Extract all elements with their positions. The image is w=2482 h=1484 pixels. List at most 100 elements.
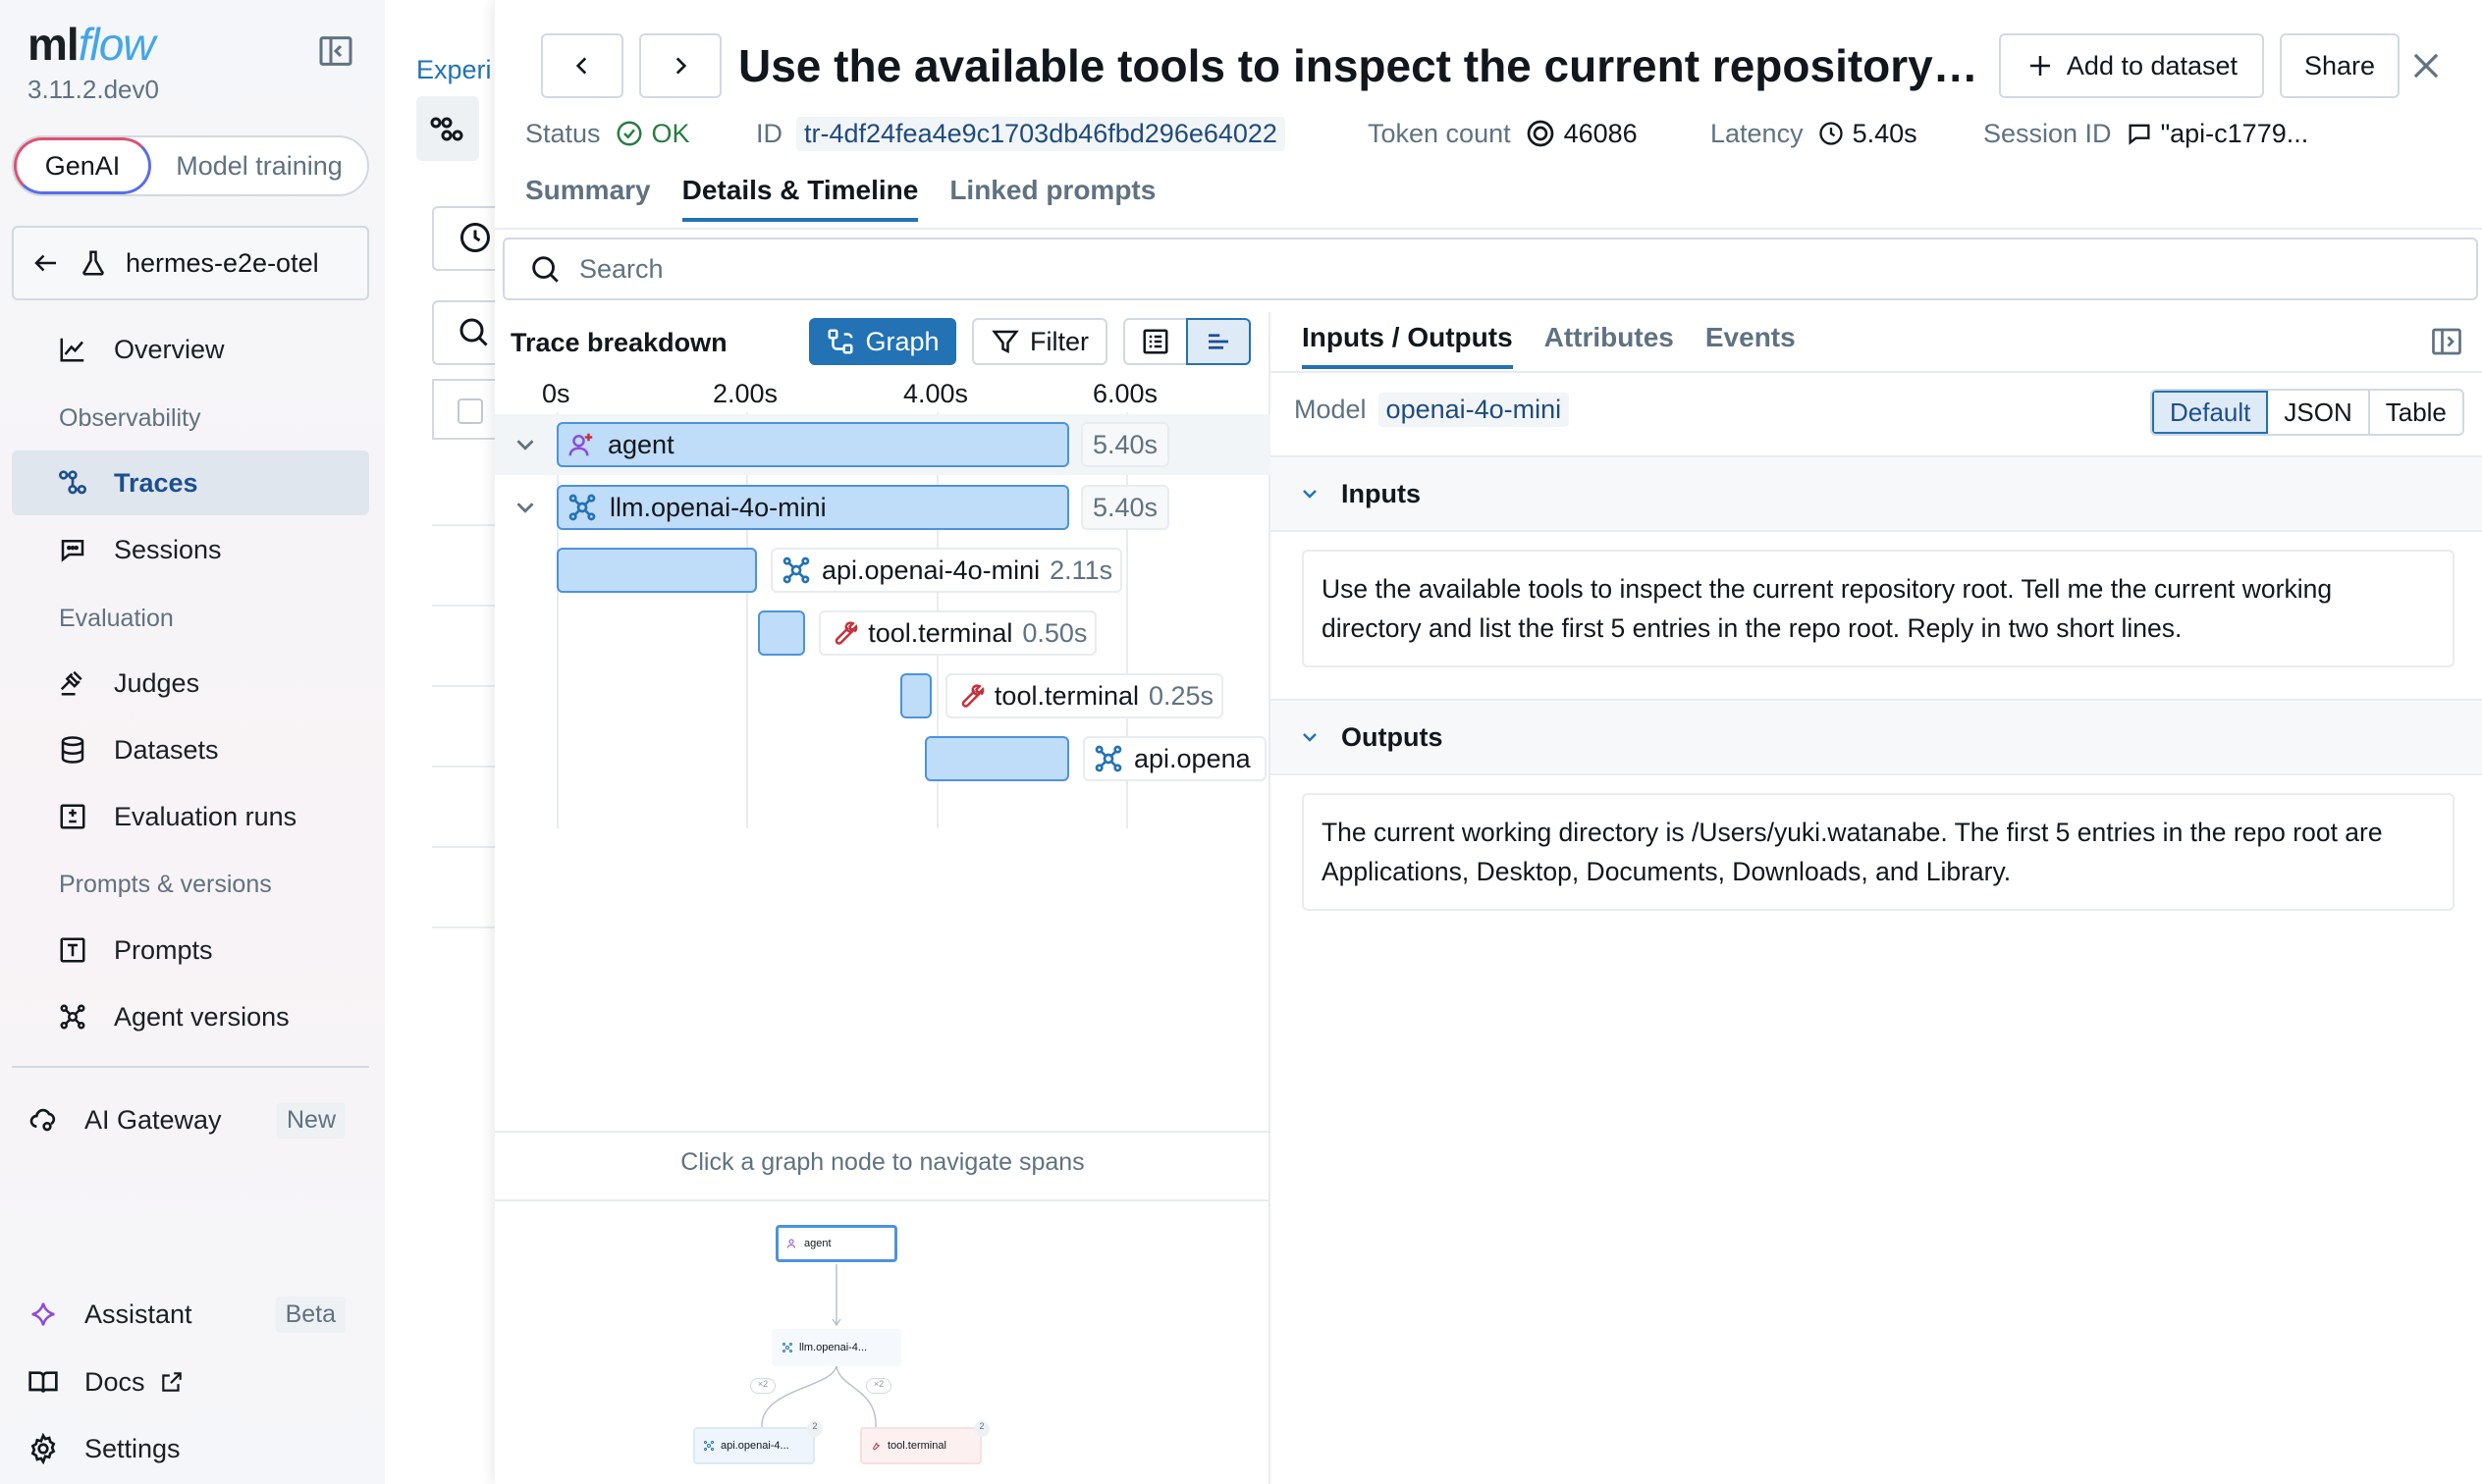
span-duration: 2.11s [1050, 555, 1113, 585]
experiment-name: hermes-e2e-otel [126, 247, 319, 278]
mode-genai-button[interactable]: GenAI [14, 137, 151, 194]
sidebar-item-judges[interactable]: Judges [12, 651, 369, 716]
graph-hint: Click a graph node to navigate spans [680, 1148, 1085, 1176]
mini-node-label: api.openai-4... [721, 1440, 789, 1452]
view-table-button[interactable]: Table [2370, 391, 2462, 434]
cloud-gateway-icon [27, 1104, 59, 1136]
span-label[interactable]: api.opena [1083, 736, 1267, 781]
add-to-dataset-button[interactable]: Add to dataset [1999, 33, 2264, 98]
tab-details-timeline[interactable]: Details & Timeline [681, 175, 919, 222]
check-circle-icon [617, 121, 642, 146]
span-bar[interactable] [925, 736, 1069, 781]
tab-inputs-outputs[interactable]: Inputs / Outputs [1302, 322, 1513, 369]
mini-node-label: agent [804, 1238, 832, 1249]
wrench-icon [829, 618, 858, 648]
tab-summary[interactable]: Summary [525, 175, 651, 222]
span-bar[interactable] [757, 610, 806, 656]
chat-bubble-icon [2129, 124, 2150, 145]
inputs-section-header[interactable]: Inputs [1270, 455, 2482, 532]
background-checkbox[interactable] [458, 398, 483, 424]
background-breadcrumb[interactable]: Experi [416, 55, 492, 85]
span-bar[interactable]: llm.openai-4o-mini [557, 485, 1069, 530]
prev-trace-button[interactable] [541, 33, 623, 98]
chevron-down-icon[interactable] [511, 430, 540, 459]
share-label: Share [2303, 50, 2376, 80]
filter-button[interactable]: Filter [972, 318, 1107, 365]
llm-network-icon [781, 555, 812, 586]
sidebar-collapse-icon[interactable] [316, 31, 355, 71]
add-to-dataset-label: Add to dataset [2066, 50, 2239, 80]
sidebar-item-datasets[interactable]: Datasets [12, 717, 369, 782]
span-bar[interactable] [557, 548, 757, 593]
mini-node-tool[interactable]: tool.terminal [860, 1427, 982, 1464]
background-traces-icon[interactable] [416, 96, 479, 161]
sparkle-icon [27, 1298, 59, 1330]
span-name: api.opena [1134, 743, 1251, 773]
mlflow-logo[interactable]: mlflow [27, 18, 155, 71]
sidebar-item-label: Agent versions [114, 1001, 290, 1032]
plus-minus-icon [57, 801, 88, 832]
sidebar-item-docs[interactable]: Docs [12, 1350, 369, 1414]
external-link-icon [161, 1372, 182, 1392]
view-default-button[interactable]: Default [2152, 391, 2269, 434]
status-ok-text: OK [651, 118, 690, 148]
tab-linked-prompts[interactable]: Linked prompts [949, 175, 1156, 222]
view-json-button[interactable]: JSON [2268, 391, 2370, 434]
share-button[interactable]: Share [2280, 33, 2400, 98]
latency-label: Latency [1710, 118, 1804, 148]
sidebar-item-prompts[interactable]: Prompts [12, 918, 369, 982]
mini-node-agent[interactable]: agent [776, 1225, 897, 1262]
sidebar-item-settings[interactable]: Settings [12, 1416, 369, 1481]
session-value[interactable]: "api-c1779... [2126, 119, 2308, 149]
section-prompts: Prompts & versions [59, 871, 272, 898]
span-search-box [503, 238, 2478, 300]
sidebar-item-label: AI Gateway [84, 1104, 222, 1135]
experiment-back-button[interactable]: hermes-e2e-otel [12, 226, 369, 300]
tab-events[interactable]: Events [1705, 322, 1796, 369]
sidebar-item-overview[interactable]: Overview [12, 317, 369, 382]
sidebar-item-assistant[interactable]: Assistant Beta [12, 1282, 369, 1347]
token-count-text: 46086 [1563, 118, 1638, 148]
span-label[interactable]: tool.terminal 0.25s [944, 673, 1224, 718]
status-meta: Status OK [525, 114, 690, 153]
token-meta: Token count 46086 [1368, 114, 1638, 153]
database-icon [57, 734, 88, 766]
gear-icon [27, 1433, 59, 1464]
span-bar[interactable] [899, 673, 932, 718]
sidebar-item-agent-versions[interactable]: Agent versions [12, 984, 369, 1049]
status-value: OK [615, 119, 690, 149]
sidebar-item-sessions[interactable]: Sessions [12, 517, 369, 582]
id-meta: ID tr-4df24fea4e9c1703db46fbd296e64022 [756, 114, 1285, 153]
mini-node-api[interactable]: api.openai-4... [693, 1427, 815, 1464]
sidebar-item-label: Traces [114, 467, 198, 498]
chevron-right-icon [675, 57, 687, 75]
span-name: llm.openai-4o-mini [610, 492, 827, 522]
mode-training-button[interactable]: Model training [151, 137, 367, 194]
wrench-icon [955, 681, 985, 711]
arrow-left-icon [31, 248, 61, 278]
panel-collapse-icon[interactable] [2429, 324, 2464, 359]
sidebar-item-evaluation-runs[interactable]: Evaluation runs [12, 784, 369, 849]
latency-value: 5.40s [1817, 119, 1917, 149]
mini-node-llm[interactable]: llm.openai-4... [772, 1329, 901, 1366]
span-bar[interactable]: agent [557, 422, 1069, 467]
list-view-button[interactable] [1123, 318, 1188, 365]
id-label: ID [756, 118, 782, 148]
next-trace-button[interactable] [639, 33, 722, 98]
close-icon[interactable] [2407, 47, 2445, 84]
sidebar-divider [12, 1066, 369, 1068]
sidebar-item-traces[interactable]: Traces [12, 450, 369, 515]
search-input[interactable] [579, 253, 2347, 285]
span-label[interactable]: tool.terminal 0.50s [819, 610, 1098, 656]
sidebar-item-ai-gateway[interactable]: AI Gateway New [12, 1087, 369, 1152]
tab-attributes[interactable]: Attributes [1544, 322, 1674, 369]
trace-id-chip[interactable]: tr-4df24fea4e9c1703db46fbd296e64022 [796, 116, 1285, 151]
inputs-title: Inputs [1341, 478, 1421, 508]
timeline-view-button[interactable] [1186, 318, 1251, 365]
outputs-section-header[interactable]: Outputs [1270, 699, 2482, 775]
span-label[interactable]: api.openai-4o-mini 2.11s [770, 548, 1123, 593]
chevron-down-icon[interactable] [511, 493, 540, 522]
trace-title: Use the available tools to inspect the c… [738, 40, 1985, 91]
session-label: Session ID [1983, 118, 2112, 148]
graph-button[interactable]: Graph [809, 318, 956, 365]
